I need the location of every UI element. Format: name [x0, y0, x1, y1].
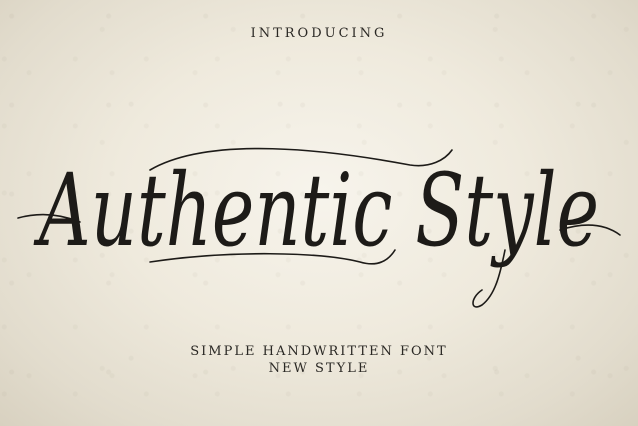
title-text: Authentic Style [33, 152, 599, 269]
font-poster: INTRODUCING Authentic Style SIMPLE HANDW… [0, 0, 638, 426]
subtitle-line-1: SIMPLE HANDWRITTEN FONT [190, 344, 448, 359]
subtitle-line-2: NEW STYLE [268, 361, 370, 376]
subtitle-block: SIMPLE HANDWRITTEN FONT NEW STYLE [0, 343, 638, 377]
